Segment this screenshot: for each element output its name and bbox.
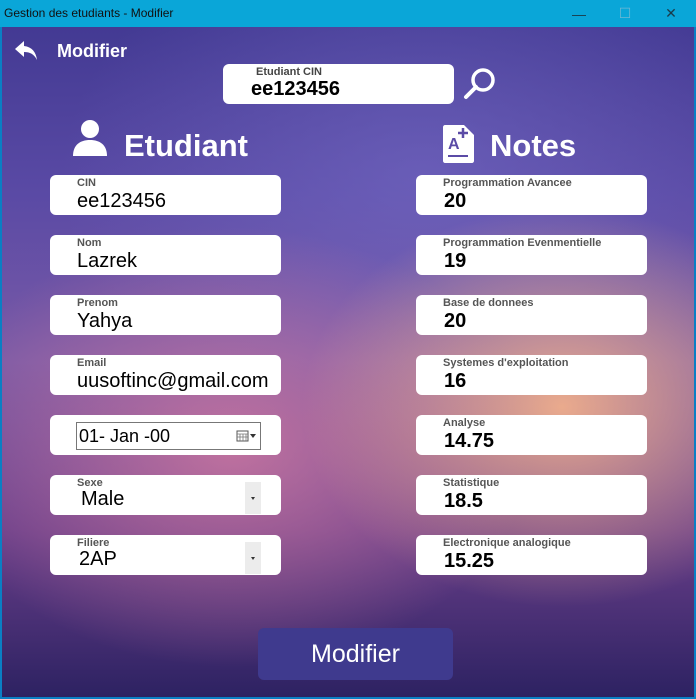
note-field[interactable]: Electronique analogique 15.25 [416,535,647,575]
note-add-icon: A [443,125,474,163]
app-window: Gestion des etudiants - Modifier — ☐ ✕ M… [0,0,696,699]
modifier-button[interactable]: Modifier [258,628,453,680]
svg-text:A: A [448,136,460,153]
search-icon[interactable] [463,67,497,101]
cin-label: CIN [77,177,96,189]
note-label: Electronique analogique [443,537,571,549]
cin-search-label: Etudiant CIN [256,66,322,78]
note-label: Systemes d'exploitation [443,357,569,369]
note-field[interactable]: Programmation Evenmentielle 19 [416,235,647,275]
note-field[interactable]: Statistique 18.5 [416,475,647,515]
note-field[interactable]: Programmation Avancee 20 [416,175,647,215]
back-arrow-icon[interactable] [14,39,40,63]
maximize-button[interactable]: ☐ [602,0,648,27]
sexe-dropdown-icon[interactable] [245,482,261,514]
note-field[interactable]: Systemes d'exploitation 16 [416,355,647,395]
note-label: Base de donnees [443,297,534,309]
close-button[interactable]: ✕ [648,0,694,27]
filiere-dropdown-icon[interactable] [245,542,261,574]
prenom-label: Prenom [77,297,118,309]
calendar-icon[interactable] [236,430,256,442]
note-value[interactable]: 20 [444,190,644,213]
title-bar: Gestion des etudiants - Modifier — ☐ ✕ [0,0,696,27]
note-value[interactable]: 14.75 [444,430,644,453]
email-label: Email [77,357,107,369]
etudiant-section-title: Etudiant [124,128,248,163]
minimize-icon: — [572,5,586,22]
notes-section-title: Notes [490,128,577,163]
note-value[interactable]: 19 [444,250,644,273]
note-label: Programmation Avancee [443,177,572,189]
note-label: Statistique [443,477,500,489]
note-value[interactable]: 18.5 [444,490,644,513]
nom-value[interactable]: Lazrek [77,250,277,273]
cin-value[interactable]: ee123456 [77,190,277,213]
maximize-icon: ☐ [618,5,632,21]
close-icon: ✕ [665,5,677,21]
window-title: Gestion des etudiants - Modifier [4,6,174,20]
note-label: Programmation Evenmentielle [443,237,602,249]
note-field[interactable]: Analyse 14.75 [416,415,647,455]
note-value[interactable]: 20 [444,310,644,333]
cin-search-field[interactable]: Etudiant CIN ee123456 [223,64,454,104]
note-label: Analyse [443,417,486,429]
date-picker[interactable]: 01- Jan -00 [76,422,261,450]
sexe-select[interactable]: Sexe Male [50,475,281,515]
filiere-select[interactable]: Filiere 2AP [50,535,281,575]
email-field[interactable]: Email uusoftinc@gmail.com [50,355,281,395]
prenom-field[interactable]: Prenom Yahya [50,295,281,335]
email-value[interactable]: uusoftinc@gmail.com [77,370,275,393]
page-title: Modifier [57,41,127,61]
date-field: 01- Jan -00 [50,415,281,455]
minimize-button[interactable]: — [556,0,602,27]
cin-field[interactable]: CIN ee123456 [50,175,281,215]
main-content: Modifier Etudiant CIN ee123456 Etudiant … [2,27,694,697]
note-field[interactable]: Base de donnees 20 [416,295,647,335]
user-icon [73,120,107,156]
nom-label: Nom [77,237,102,249]
prenom-value[interactable]: Yahya [77,310,277,333]
cin-search-value[interactable]: ee123456 [251,78,340,101]
note-value[interactable]: 15.25 [444,550,644,573]
note-value[interactable]: 16 [444,370,644,393]
nom-field[interactable]: Nom Lazrek [50,235,281,275]
